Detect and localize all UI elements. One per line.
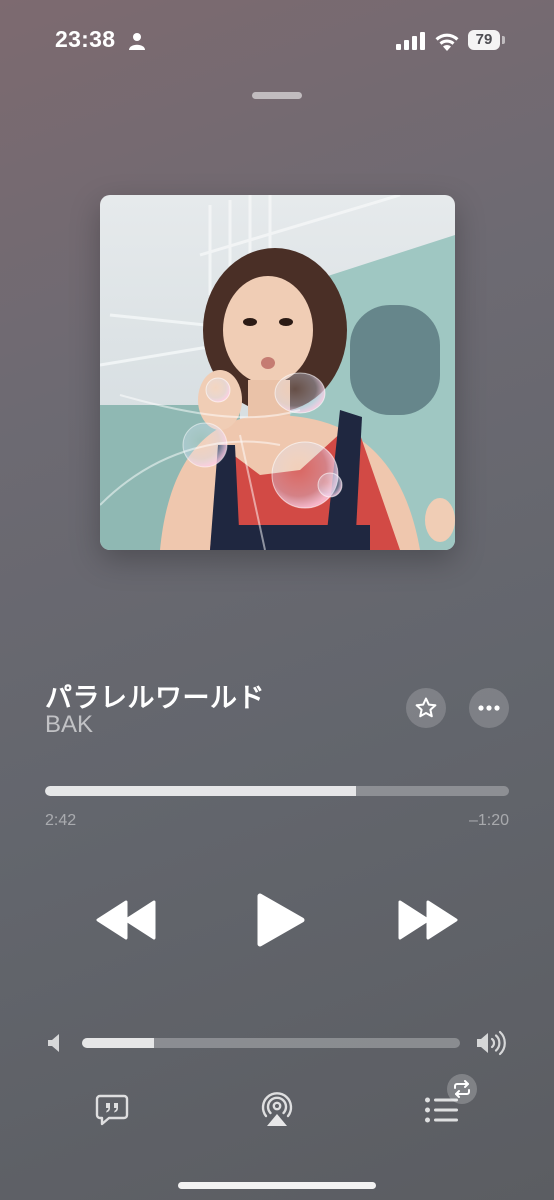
playback-progress-fill bbox=[45, 786, 356, 796]
signal-icon bbox=[396, 32, 425, 50]
volume-slider[interactable] bbox=[82, 1038, 460, 1048]
rewind-icon[interactable] bbox=[96, 896, 158, 944]
volume-level-fill bbox=[82, 1038, 154, 1048]
track-artist[interactable]: BAK bbox=[45, 711, 93, 739]
status-time: 23:38 bbox=[55, 26, 116, 52]
wifi-icon bbox=[435, 33, 459, 51]
home-indicator[interactable] bbox=[178, 1182, 376, 1189]
track-title: パラレルワールド bbox=[45, 683, 265, 713]
repeat-icon bbox=[454, 1080, 470, 1098]
battery-level: 79 bbox=[475, 31, 493, 48]
ellipsis-icon bbox=[478, 705, 500, 711]
volume-low-icon bbox=[48, 1034, 59, 1052]
volume-high-icon bbox=[477, 1030, 506, 1056]
star-icon bbox=[415, 697, 437, 718]
airplay-icon[interactable] bbox=[259, 1092, 295, 1128]
battery-icon: 79 bbox=[468, 30, 506, 52]
more-options-button[interactable] bbox=[469, 688, 509, 728]
fast-forward-icon[interactable] bbox=[396, 896, 458, 944]
time-remaining: –1:20 bbox=[468, 812, 509, 829]
time-elapsed: 2:42 bbox=[45, 812, 77, 829]
album-artwork bbox=[100, 195, 455, 550]
favorite-button[interactable] bbox=[406, 688, 446, 728]
repeat-button[interactable] bbox=[447, 1074, 477, 1104]
lyrics-icon[interactable] bbox=[95, 1094, 129, 1126]
person-icon bbox=[129, 33, 145, 50]
sheet-grabber[interactable] bbox=[252, 92, 302, 99]
play-icon[interactable] bbox=[254, 892, 306, 948]
playback-scrubber[interactable] bbox=[45, 786, 509, 796]
